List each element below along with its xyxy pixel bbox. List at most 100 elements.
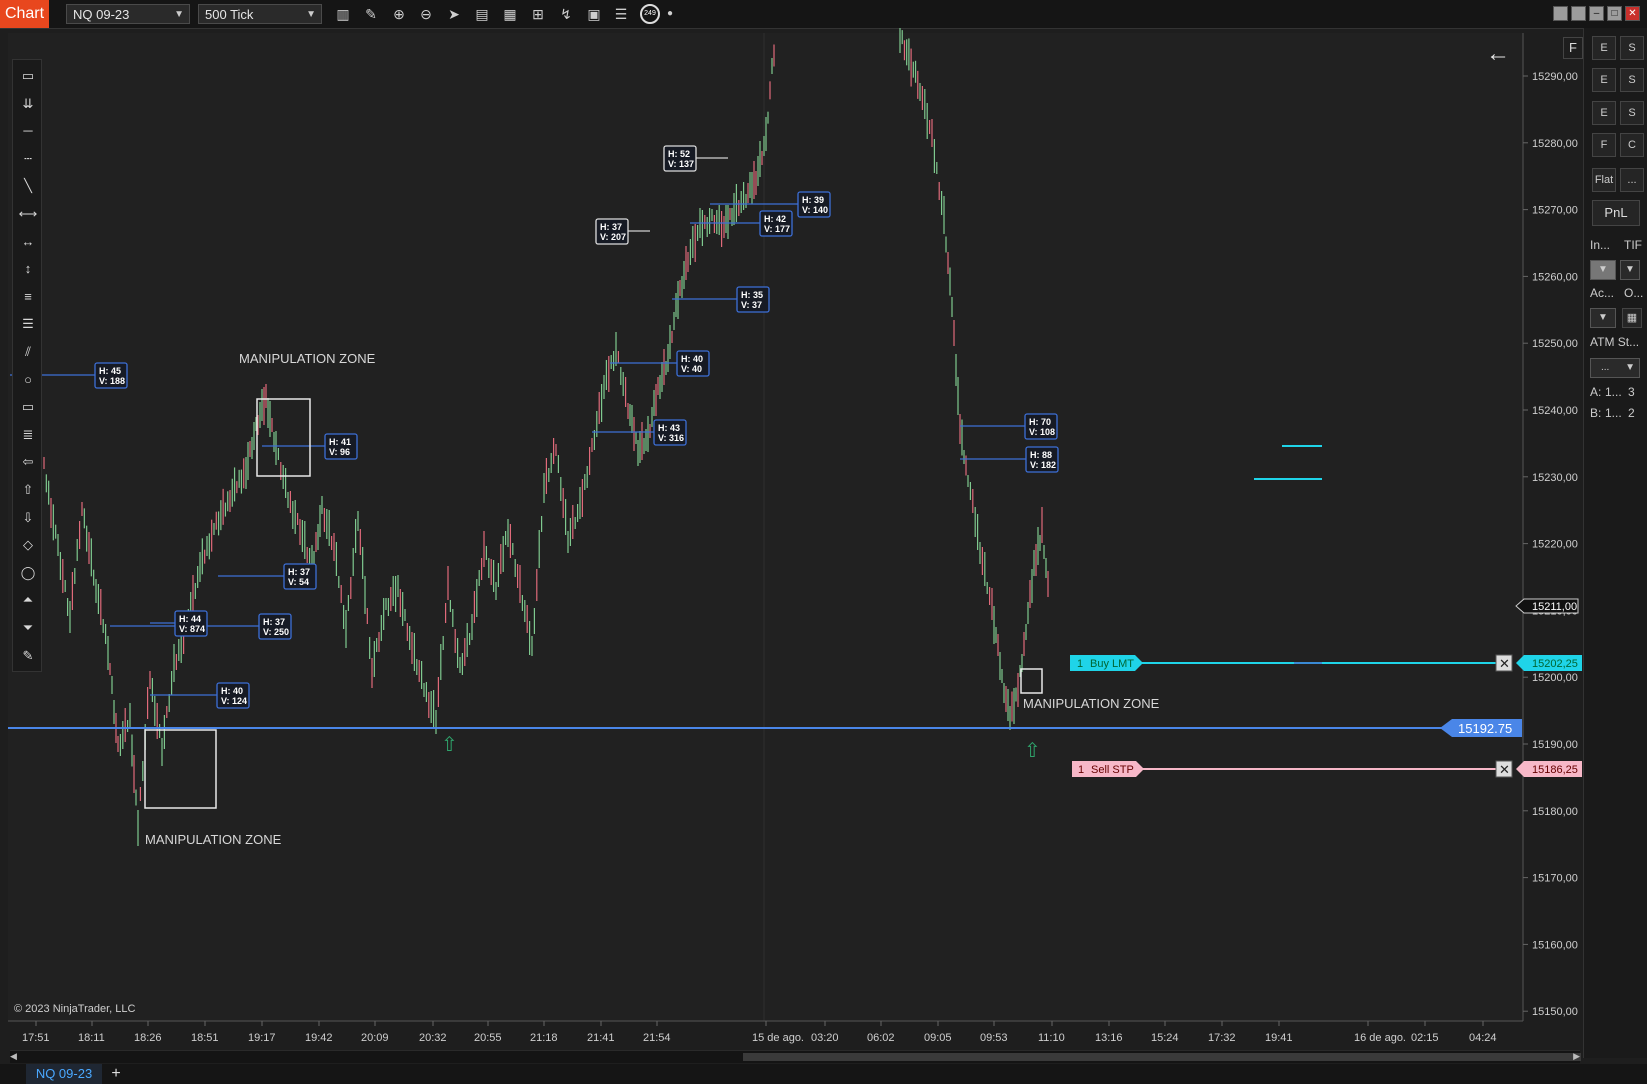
arrow-up-icon: ⇧ xyxy=(1024,740,1041,762)
horizontal-scrollbar[interactable]: ◀ ▶ xyxy=(10,1050,1581,1063)
line-icon[interactable]: ─ xyxy=(18,121,38,141)
atm-strategy-label: ATM St... xyxy=(1590,335,1640,349)
parallel-channel-icon[interactable]: ⫽ xyxy=(18,342,38,362)
extended-line-icon[interactable]: ╲ xyxy=(18,176,38,196)
f-button[interactable]: F xyxy=(1563,37,1583,59)
list-icon[interactable]: ☰ xyxy=(610,4,632,24)
horizontal-line-icon[interactable]: ↔ xyxy=(18,232,38,252)
hv-high-label: H: 52 xyxy=(668,149,690,159)
pnl-button[interactable]: PnL xyxy=(1592,200,1640,226)
sell-order-label: Sell STP xyxy=(1091,764,1134,776)
text-icon[interactable]: ≣ xyxy=(18,425,38,445)
hv-high-label: H: 41 xyxy=(329,437,351,447)
side-grid-button[interactable]: E xyxy=(1592,101,1616,125)
interval-select[interactable]: 500 Tick ▼ xyxy=(198,4,322,24)
bid-label: B: xyxy=(1590,406,1602,420)
price-tick-label: 15220,00 xyxy=(1532,539,1578,551)
triangle-up-icon[interactable]: ⏶ xyxy=(18,590,38,610)
strategy-icon[interactable]: ↯ xyxy=(555,4,577,24)
maximize-icon[interactable]: □ xyxy=(1607,6,1622,21)
more-button[interactable]: ... xyxy=(1620,168,1644,192)
ellipse-icon[interactable]: ○ xyxy=(18,370,38,390)
dot-icon[interactable]: ◯ xyxy=(18,563,38,583)
hv-high-label: H: 45 xyxy=(99,366,121,376)
minimize-icon[interactable]: – xyxy=(1589,6,1604,21)
risk-reward-icon[interactable]: ⇊ xyxy=(18,94,38,114)
fibonacci-icon[interactable]: ≡ xyxy=(18,287,38,307)
chevron-down-icon: ▼ xyxy=(306,9,316,20)
arrow-line-icon[interactable]: ⟷ xyxy=(18,204,38,224)
template-icon[interactable]: ▣ xyxy=(583,4,605,24)
hv-high-label: H: 37 xyxy=(288,567,310,577)
ray-icon[interactable]: ┄ xyxy=(18,149,38,169)
back-arrow-icon[interactable]: ← xyxy=(1486,40,1510,68)
diamond-icon[interactable]: ◇ xyxy=(18,535,38,555)
hv-volume-label: V: 188 xyxy=(99,376,125,386)
side-grid-button[interactable]: F xyxy=(1592,133,1616,157)
fib-extensions-icon[interactable]: ☰ xyxy=(18,314,38,334)
tick-counter[interactable]: 249 xyxy=(640,4,660,24)
current-price: 15211,00 xyxy=(1532,601,1577,613)
side-grid-button[interactable]: S xyxy=(1620,101,1644,125)
rectangle-icon[interactable]: ▭ xyxy=(18,397,38,417)
price-tick-label: 15170,00 xyxy=(1532,873,1578,885)
arrow-down-icon[interactable]: ⇩ xyxy=(18,508,38,528)
close-icon[interactable]: ✕ xyxy=(1625,6,1640,21)
time-tick-label: 04:24 xyxy=(1469,1032,1497,1044)
price-chart[interactable]: MANIPULATION ZONE MANIPULATION ZONE MANI… xyxy=(0,28,1583,1050)
ruler-icon[interactable]: ▭ xyxy=(18,66,38,86)
side-grid-button[interactable]: S xyxy=(1620,36,1644,60)
bid-value: 1... xyxy=(1605,406,1622,420)
side-grid-button[interactable]: S xyxy=(1620,68,1644,92)
side-grid-button[interactable]: E xyxy=(1592,68,1616,92)
pencil-icon[interactable]: ✎ xyxy=(360,4,382,24)
calculator-icon[interactable]: ▦ xyxy=(1622,308,1642,328)
arrow-icon[interactable]: ⇦ xyxy=(18,452,38,472)
time-tick-label: 16 de ago. xyxy=(1354,1032,1406,1044)
pointer-icon[interactable]: ➤ xyxy=(443,4,465,24)
bottom-tab-bar: NQ 09-23 + xyxy=(0,1064,1647,1084)
pin-icon[interactable]: ● xyxy=(659,4,681,24)
pen-icon[interactable]: ✎ xyxy=(18,646,38,666)
time-tick-label: 15:24 xyxy=(1151,1032,1179,1044)
side-grid-button[interactable]: C xyxy=(1620,133,1644,157)
hv-high-label: H: 35 xyxy=(741,290,763,300)
add-tab-button[interactable]: + xyxy=(106,1064,126,1084)
price-tick-label: 15290,00 xyxy=(1532,71,1578,83)
hv-volume-label: V: 137 xyxy=(668,159,694,169)
triangle-down-icon[interactable]: ⏷ xyxy=(18,618,38,638)
hv-high-label: H: 70 xyxy=(1029,417,1051,427)
scrollbar-thumb[interactable] xyxy=(743,1053,1581,1061)
chart-tab[interactable]: Chart xyxy=(0,0,49,28)
zoom-in-icon[interactable]: ⊕ xyxy=(388,4,410,24)
oco-label: O... xyxy=(1624,286,1644,300)
scroll-left-icon[interactable]: ◀ xyxy=(10,1051,17,1062)
hv-high-label: H: 88 xyxy=(1030,450,1052,460)
time-tick-label: 18:51 xyxy=(191,1032,219,1044)
restore-icon[interactable] xyxy=(1553,6,1568,21)
instrument-dropdown[interactable]: ▼ xyxy=(1590,260,1616,280)
zone-label: MANIPULATION ZONE xyxy=(145,832,282,847)
scroll-right-icon[interactable]: ▶ xyxy=(1573,1051,1580,1062)
zoom-out-icon[interactable]: ⊖ xyxy=(415,4,437,24)
bar-style-icon[interactable]: ▥ xyxy=(332,4,354,24)
snapshot-icon[interactable]: ⊞ xyxy=(527,4,549,24)
instrument-value: NQ 09-23 xyxy=(73,7,130,22)
flat-button[interactable]: Flat xyxy=(1592,168,1616,192)
hv-volume-label: V: 177 xyxy=(764,224,790,234)
hv-high-label: H: 43 xyxy=(658,423,680,433)
arrow-up-icon[interactable]: ⇧ xyxy=(18,480,38,500)
atm-strategy-dropdown[interactable]: ... ▼ xyxy=(1590,358,1640,378)
properties-icon[interactable]: ▦ xyxy=(499,4,521,24)
tile-icon[interactable] xyxy=(1571,6,1586,21)
price-tick-label: 15280,00 xyxy=(1532,138,1578,150)
hv-high-label: H: 40 xyxy=(221,686,243,696)
instrument-select[interactable]: NQ 09-23 ▼ xyxy=(66,4,190,24)
tab-nq-09-23[interactable]: NQ 09-23 xyxy=(26,1064,102,1084)
account-dropdown[interactable]: ▼ xyxy=(1590,308,1616,328)
data-box-icon[interactable]: ▤ xyxy=(471,4,493,24)
vertical-line-icon[interactable]: ↕ xyxy=(18,259,38,279)
side-grid-button[interactable]: E xyxy=(1592,36,1616,60)
hv-volume-label: V: 124 xyxy=(221,696,247,706)
tif-dropdown[interactable]: ▼ xyxy=(1620,260,1640,280)
